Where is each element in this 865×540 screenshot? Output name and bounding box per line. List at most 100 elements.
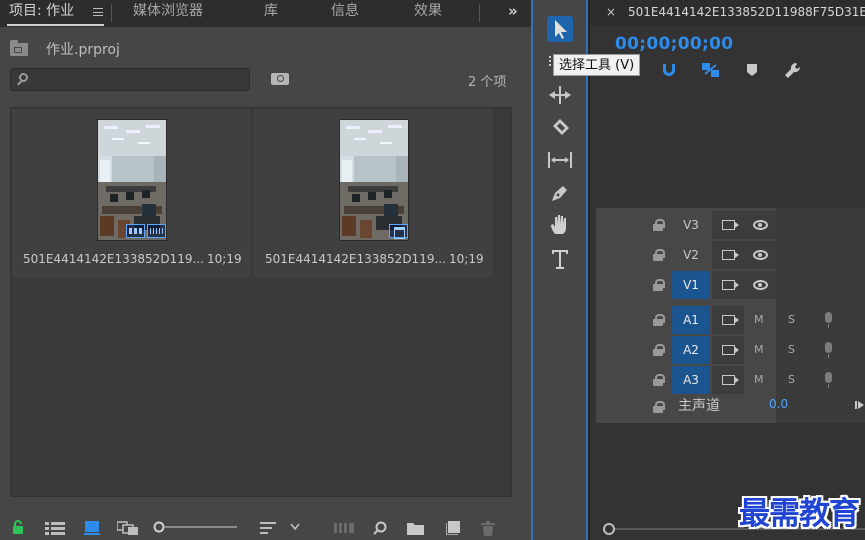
- watermark-logo: 最需教育: [739, 496, 860, 532]
- master-volume-value[interactable]: 0.0: [769, 397, 788, 411]
- timeline-sequence-title[interactable]: 501E4414142E133852D11988F75D31EC: [628, 5, 865, 19]
- hand-tool[interactable]: [547, 212, 573, 238]
- search-box[interactable]: [10, 68, 250, 91]
- folder-icon[interactable]: [10, 40, 28, 56]
- master-track-label: 主声道: [678, 398, 720, 414]
- toggle-output-button[interactable]: [744, 241, 776, 269]
- track-lock-icon[interactable]: [653, 344, 665, 356]
- track-lock-icon[interactable]: [653, 401, 665, 413]
- mute-button[interactable]: M: [754, 343, 764, 356]
- tab-project[interactable]: 项目: 作业: [9, 3, 74, 20]
- clip-tile[interactable]: 501E4414142E133852D119... 10;19: [12, 109, 251, 277]
- track-target-a2[interactable]: A2: [672, 336, 710, 364]
- sync-lock-button[interactable]: [712, 306, 744, 334]
- type-icon: [552, 250, 568, 269]
- mute-button[interactable]: M: [754, 313, 764, 326]
- sync-lock-button[interactable]: [712, 366, 744, 394]
- tools-panel: [531, 0, 588, 540]
- microphone-icon[interactable]: [825, 372, 832, 388]
- tab-overflow-icon[interactable]: »: [508, 2, 518, 20]
- tab-separator: [111, 4, 112, 22]
- find-in-bin-icon[interactable]: [271, 73, 289, 85]
- zoom-slider[interactable]: [153, 521, 237, 533]
- track-target-v2[interactable]: V2: [672, 241, 710, 269]
- panel-menu-icon[interactable]: [93, 8, 103, 16]
- film-icon: [722, 250, 739, 260]
- clip-thumbnail[interactable]: [97, 119, 167, 241]
- razor-tool[interactable]: [547, 114, 573, 140]
- scrollbar-handle[interactable]: [603, 523, 615, 535]
- track-lock-icon[interactable]: [653, 314, 665, 326]
- list-view-icon[interactable]: [45, 521, 65, 535]
- track-a1: A1 M S: [596, 305, 865, 335]
- film-icon: [722, 315, 739, 325]
- timeline-tab-bar: × 501E4414142E133852D11988F75D31EC: [590, 0, 865, 27]
- linked-selection-icon[interactable]: [702, 62, 720, 78]
- tab-effects[interactable]: 效果: [414, 3, 442, 20]
- go-to-end-icon[interactable]: [855, 400, 865, 410]
- track-v1: V1: [596, 270, 865, 300]
- new-bin-icon[interactable]: [407, 521, 424, 535]
- tool-tooltip: 选择工具 (V): [553, 54, 641, 76]
- clip-name[interactable]: 501E4414142E133852D119...: [23, 252, 204, 266]
- track-lock-icon[interactable]: [653, 249, 665, 261]
- sort-icon[interactable]: [260, 521, 276, 535]
- clip-duration: 10;19: [207, 252, 242, 266]
- add-marker-icon[interactable]: [747, 64, 757, 76]
- playhead-timecode[interactable]: 00;00;00;00: [615, 34, 733, 54]
- sequence-thumbnail[interactable]: [339, 119, 409, 241]
- track-headers: V3 V2 V1 A1 M S A2 M S A3 M S 主声道 0.0: [596, 208, 865, 423]
- item-count: 2 个项: [468, 75, 507, 90]
- microphone-icon[interactable]: [825, 312, 832, 328]
- razor-icon: [553, 119, 569, 135]
- type-tool[interactable]: [547, 246, 573, 272]
- sync-lock-button[interactable]: [712, 336, 744, 364]
- project-panel: 项目: 作业 媒体浏览器 库 信息 效果 » 作业.prproj 2 个项 50…: [0, 0, 531, 540]
- track-lock-icon[interactable]: [653, 279, 665, 291]
- tab-libraries[interactable]: 库: [264, 3, 278, 20]
- track-lock-icon[interactable]: [653, 219, 665, 231]
- track-target-v1[interactable]: V1: [672, 271, 710, 299]
- tab-separator: [479, 4, 480, 22]
- selection-tool[interactable]: [547, 16, 573, 42]
- find-icon[interactable]: [373, 521, 387, 535]
- slip-tool[interactable]: [547, 147, 573, 173]
- tab-media-browser[interactable]: 媒体浏览器: [133, 3, 203, 20]
- sequence-tile[interactable]: 501E4414142E133852D119... 10;19: [254, 109, 493, 277]
- track-lock-icon[interactable]: [653, 374, 665, 386]
- close-icon[interactable]: ×: [606, 5, 616, 19]
- toggle-output-button[interactable]: [744, 211, 776, 239]
- solo-button[interactable]: S: [788, 313, 795, 326]
- sync-lock-button[interactable]: [712, 211, 744, 239]
- sequence-name[interactable]: 501E4414142E133852D119...: [265, 252, 446, 266]
- eye-icon: [753, 280, 768, 290]
- active-tab-indicator: [7, 24, 104, 26]
- film-icon: [722, 220, 739, 230]
- ripple-edit-tool[interactable]: [547, 82, 573, 108]
- snap-icon[interactable]: [662, 62, 676, 78]
- solo-button[interactable]: S: [788, 373, 795, 386]
- pen-tool[interactable]: [547, 180, 573, 206]
- track-target-a3[interactable]: A3: [672, 366, 710, 394]
- wrench-icon[interactable]: [784, 62, 802, 80]
- toggle-output-button[interactable]: [744, 271, 776, 299]
- sequence-badge-icon: [389, 224, 408, 239]
- tab-info[interactable]: 信息: [331, 3, 359, 20]
- sync-lock-button[interactable]: [712, 241, 744, 269]
- icon-view-icon[interactable]: [84, 521, 100, 535]
- track-v3: V3: [596, 210, 865, 240]
- microphone-icon[interactable]: [825, 342, 832, 358]
- timeline-panel: × 501E4414142E133852D11988F75D31EC 00;00…: [590, 0, 865, 540]
- solo-button[interactable]: S: [788, 343, 795, 356]
- lock-icon[interactable]: [12, 520, 24, 534]
- mute-button[interactable]: M: [754, 373, 764, 386]
- sync-lock-button[interactable]: [712, 271, 744, 299]
- new-item-icon[interactable]: [446, 521, 460, 535]
- slip-icon: [548, 152, 572, 168]
- chevron-down-icon[interactable]: [290, 523, 300, 531]
- film-icon: [722, 375, 739, 385]
- freeform-view-icon[interactable]: [117, 521, 139, 535]
- search-input[interactable]: [33, 71, 243, 88]
- track-target-v3[interactable]: V3: [672, 211, 710, 239]
- track-target-a1[interactable]: A1: [672, 306, 710, 334]
